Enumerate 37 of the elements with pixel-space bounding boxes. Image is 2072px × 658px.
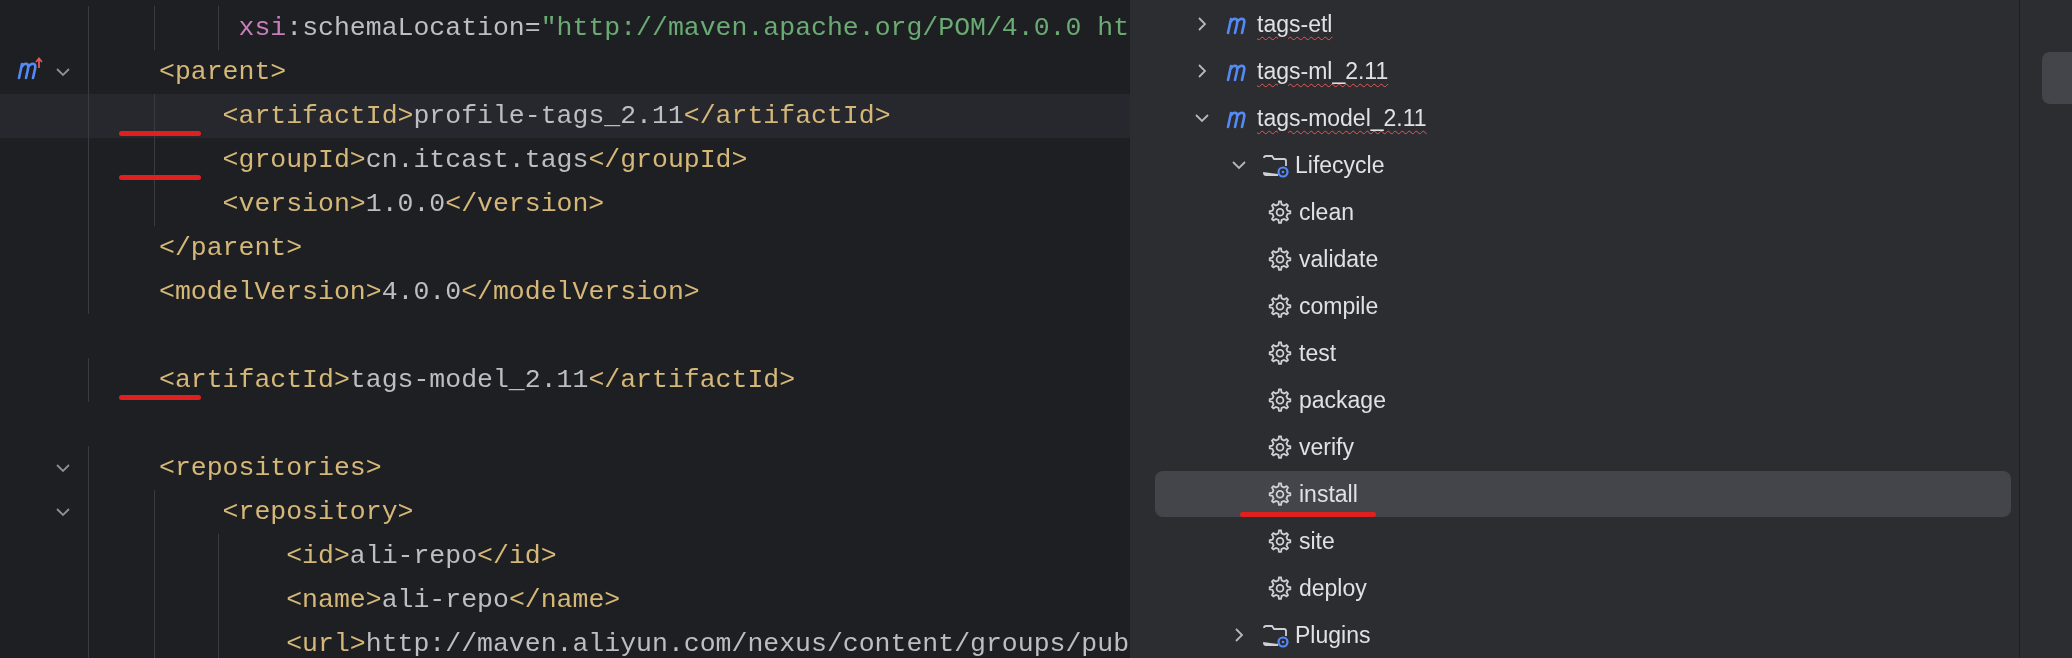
gear-icon: [1267, 575, 1293, 601]
code-line: <parent>: [159, 57, 287, 87]
tree-item[interactable]: Lifecycle: [1155, 142, 2011, 188]
tool-window-button[interactable]: [2042, 52, 2072, 104]
tree-item[interactable]: install: [1155, 471, 2011, 517]
gear-icon: [1267, 387, 1293, 413]
tree-item[interactable]: test: [1155, 330, 2011, 376]
tree-item[interactable]: verify: [1155, 424, 2011, 470]
tree-item[interactable]: compile: [1155, 283, 2011, 329]
gear-icon: [1267, 199, 1293, 225]
code-line: <artifactId>profile-tags_2.11</artifactId>: [221, 101, 891, 131]
code-line: <groupId>cn.itcast.tags</groupId>: [221, 145, 748, 175]
tree-item[interactable]: Plugins: [1155, 612, 2011, 658]
tree-item[interactable]: deploy: [1155, 565, 2011, 611]
code-line: <repository>: [221, 497, 414, 527]
tree-item[interactable]: clean: [1155, 189, 2011, 235]
tree-item[interactable]: validate: [1155, 236, 2011, 282]
tree-item[interactable]: tags-ml_2.11: [1155, 48, 2011, 94]
code-line: <repositories>: [159, 453, 382, 483]
code-line: <url>http://maven.aliyun.com/nexus/content/groups/pub: [285, 629, 1130, 658]
gear-icon: [1267, 434, 1293, 460]
code-line: <artifactId>tags-model_2.11</artifactId>: [159, 365, 796, 395]
gear-icon: [1267, 340, 1293, 366]
tree-item[interactable]: package: [1155, 377, 2011, 423]
tree-item[interactable]: tags-etl: [1155, 1, 2011, 47]
tree-item[interactable]: site: [1155, 518, 2011, 564]
code-line: xsi:schemaLocation="http://maven.apache.org/POM/4.0.0 ht: [237, 13, 1130, 43]
gear-icon: [1267, 293, 1293, 319]
gear-icon: [1267, 481, 1293, 507]
gear-icon: [1267, 246, 1293, 272]
code-line: <name>ali-repo</name>: [285, 585, 621, 615]
code-line: <version>1.0.0</version>: [221, 189, 605, 219]
code-line: <modelVersion>4.0.0</modelVersion>: [159, 277, 700, 307]
code-line: <id>ali-repo</id>: [285, 541, 557, 571]
tree-item[interactable]: tags-model_2.11: [1155, 95, 2011, 141]
gear-icon: [1267, 528, 1293, 554]
code-line: </parent>: [159, 233, 303, 263]
